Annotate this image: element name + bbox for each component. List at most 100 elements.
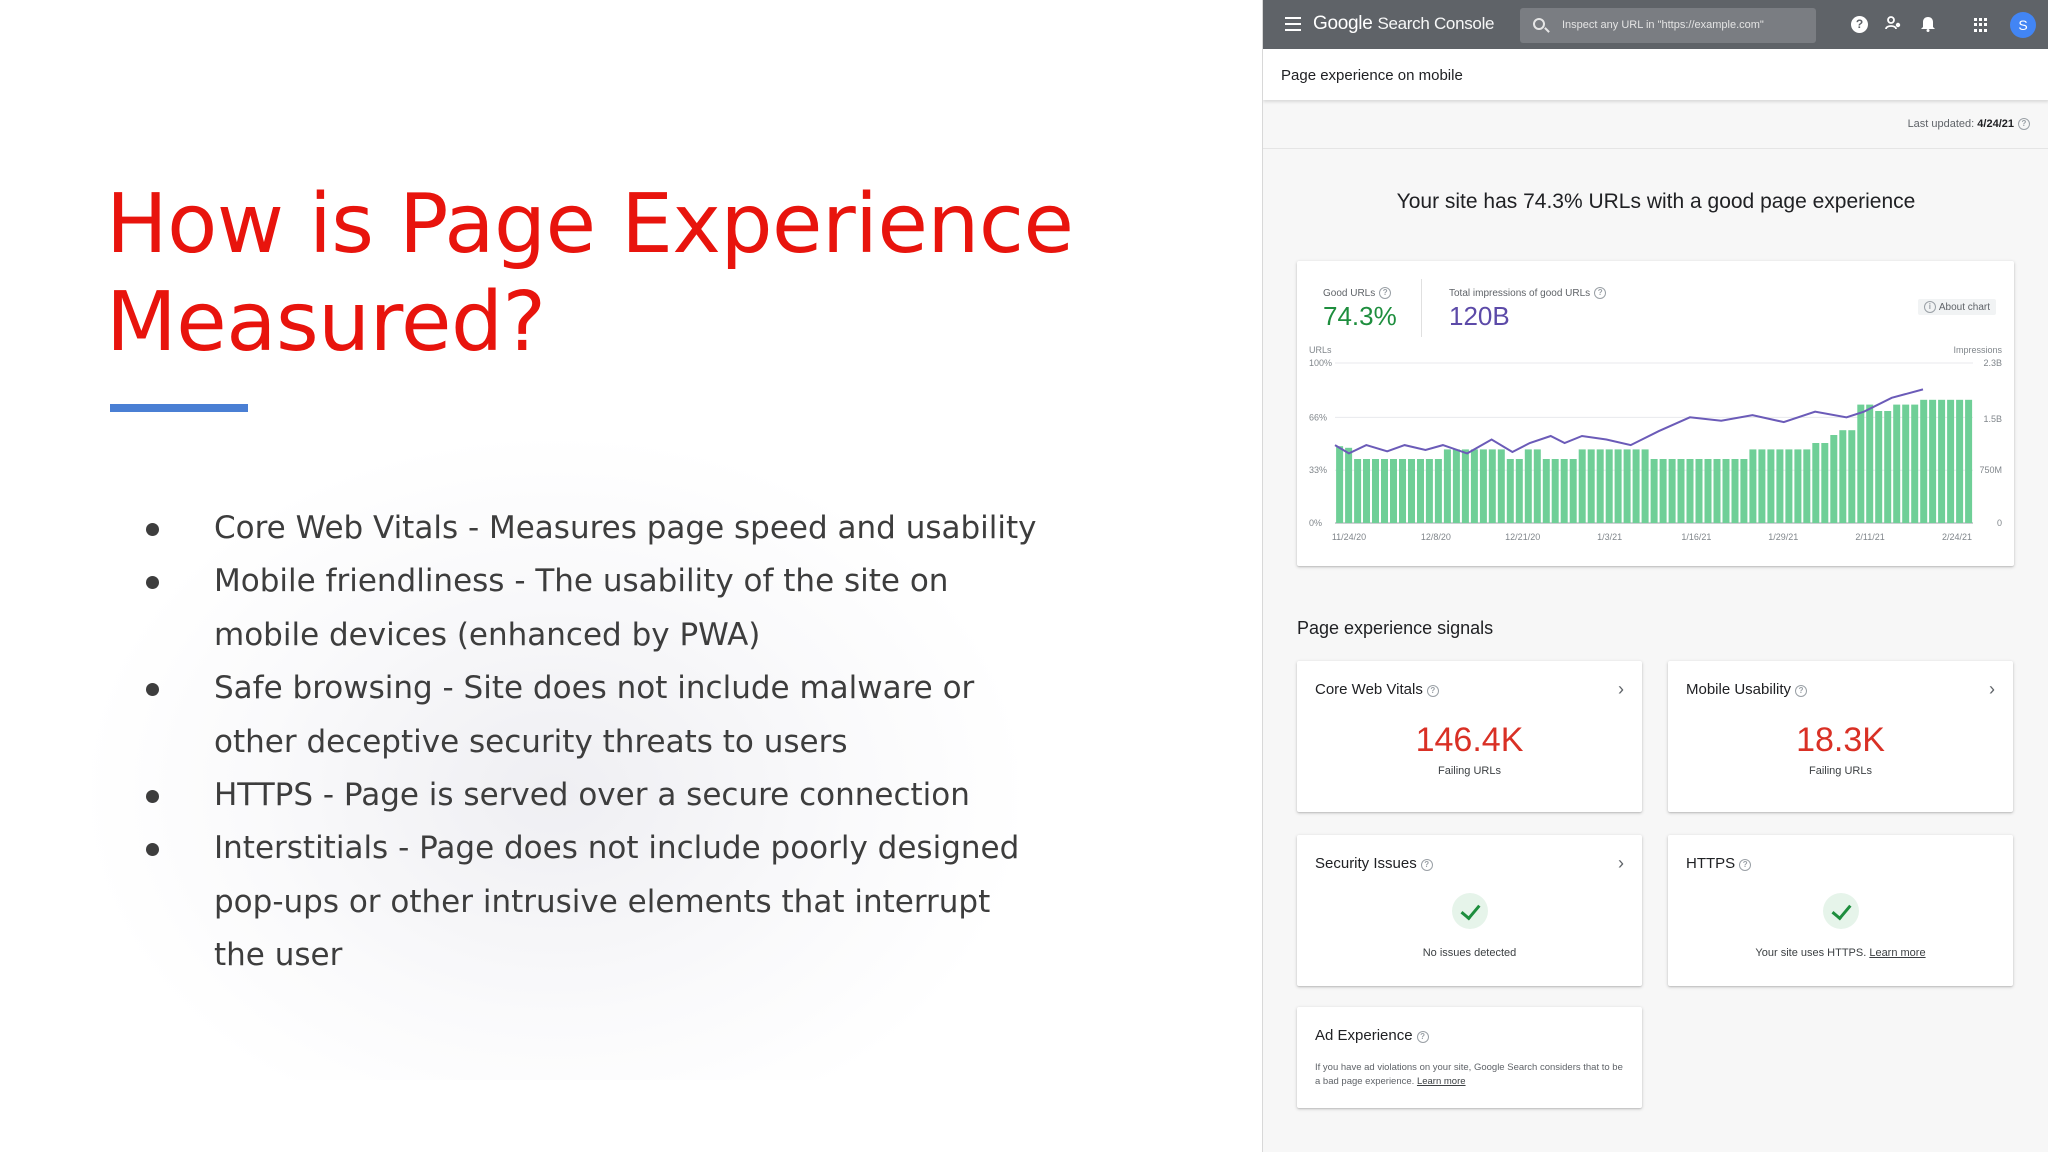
last-updated: Last updated: 4/24/21? [1908,118,2030,130]
bar-good-urls [1488,449,1496,523]
url-inspect-search[interactable]: Inspect any URL in "https://example.com" [1520,8,1816,43]
chevron-right-icon[interactable]: › [1618,679,1624,700]
signals-section-title: Page experience signals [1297,618,1494,638]
avatar[interactable]: S [2010,12,2036,38]
help-circle-icon[interactable]: ? [1416,1031,1429,1043]
https-card: HTTPS? Your site uses HTTPS. Learn more [1668,835,2013,986]
bar-good-urls [1641,449,1649,523]
bar-good-urls [1749,449,1757,523]
bar-good-urls [1821,443,1829,523]
divider [1263,148,2048,149]
bullet-dot [146,843,159,857]
bar-good-urls [1875,411,1883,523]
bar-good-urls [1614,449,1622,523]
bar-good-urls [1695,459,1703,523]
bar-good-urls [1623,449,1631,523]
bar-good-urls [1902,404,1910,523]
bar-good-urls [1830,435,1838,523]
x-tick-label: 1/3/21 [1597,532,1622,542]
mobile-usability-card[interactable]: Mobile Usability? › 18.3K Failing URLs [1668,661,2013,812]
bell-icon[interactable] [1918,14,1938,34]
bar-good-urls [1399,459,1406,523]
bar-good-urls [1345,447,1353,523]
apps-icon[interactable] [1974,18,1988,32]
bar-good-urls [1551,459,1559,523]
bullet-dot [146,523,159,536]
bar-good-urls [1560,459,1568,523]
security-issues-card[interactable]: Security Issues? › No issues detected [1297,835,1642,986]
card-title-text: Ad Experience [1315,1027,1413,1044]
bar-good-urls [1417,459,1424,523]
bar-good-urls [1497,449,1505,523]
bar-good-urls [1533,449,1541,523]
learn-more-link[interactable]: Learn more [1417,1076,1466,1087]
users-icon[interactable] [1883,14,1903,34]
right-tick-label: 2.3B [1983,358,2002,368]
search-console-logo[interactable]: Google Search Console [1313,13,1495,35]
check-circle-icon [1823,893,1859,929]
bar-good-urls [1947,399,1955,523]
bar-good-urls [1938,399,1946,523]
help-icon[interactable]: ? [1851,16,1868,33]
search-icon [1533,18,1545,30]
bar-good-urls [1452,449,1460,523]
bar-good-urls [1686,459,1694,523]
x-tick-label: 1/29/21 [1768,532,1798,542]
bar-good-urls [1866,404,1874,523]
bar-good-urls [1542,459,1550,523]
left-tick-label: 66% [1309,412,1327,422]
bar-good-urls [1354,459,1362,523]
bar-good-urls [1803,449,1811,523]
page-title: Page experience on mobile [1281,67,1463,84]
search-placeholder: Inspect any URL in "https://example.com" [1562,19,1764,31]
chevron-right-icon[interactable]: › [1989,679,1995,700]
bullet-list: Core Web Vitals - Measures page speed an… [140,502,1040,983]
x-tick-label: 2/24/21 [1942,532,1972,542]
help-circle-icon[interactable]: ? [2018,118,2030,130]
bullet-dot [146,683,159,697]
bar-good-urls [1569,459,1577,523]
bar-good-urls [1677,459,1685,523]
bar-good-urls [1740,459,1748,523]
bar-good-urls [1443,449,1451,523]
bar-good-urls [1956,399,1964,523]
bullet-item: Safe browsing - Site does not include ma… [140,662,1040,769]
card-title-text: Mobile Usability [1686,681,1792,698]
card-title: Mobile Usability? [1686,681,1808,698]
bullet-item: Interstitials - Page does not include po… [140,822,1040,982]
bar-good-urls [1722,459,1730,523]
bar-good-urls [1372,459,1379,523]
bar-good-urls [1506,459,1514,523]
card-title-text: Security Issues [1315,855,1417,872]
help-circle-icon[interactable]: ? [1426,685,1439,697]
bullet-text: Interstitials - Page does not include po… [214,830,1020,974]
check-circle-icon [1452,893,1488,929]
x-tick-label: 2/11/21 [1855,532,1884,542]
bar-good-urls [1461,449,1469,523]
ad-experience-card: Ad Experience? If you have ad violations… [1297,1007,1642,1108]
learn-more-link[interactable]: Learn more [1869,947,1925,959]
right-tick-label: 750M [1979,465,2002,475]
bar-good-urls [1893,404,1901,523]
help-circle-icon[interactable]: ? [1795,685,1808,697]
bar-good-urls [1785,449,1793,523]
bar-good-urls [1929,399,1937,523]
help-circle-icon[interactable]: ? [1739,859,1752,871]
card-title-text: HTTPS [1686,855,1736,872]
menu-icon[interactable] [1285,17,1301,31]
bar-good-urls [1336,446,1344,523]
left-tick-label: 0% [1309,518,1322,528]
top-app-bar: Google Search Console Inspect any URL in… [1263,0,2048,49]
bar-good-urls [1363,459,1370,523]
card-title: Ad Experience? [1315,1027,1429,1044]
slide-title: How is Page Experience Measured? [106,177,1074,370]
https-caption-text: Your site uses HTTPS. [1755,947,1867,959]
core-web-vitals-card[interactable]: Core Web Vitals? › 146.4K Failing URLs [1297,661,1642,812]
x-tick-label: 12/8/20 [1421,532,1451,542]
help-circle-icon[interactable]: ? [1420,859,1433,871]
bullet-text: Core Web Vitals - Measures page speed an… [214,510,1037,546]
chevron-right-icon[interactable]: › [1618,853,1624,874]
bar-good-urls [1857,404,1865,523]
bar-good-urls [1713,459,1721,523]
bar-good-urls [1515,459,1523,523]
